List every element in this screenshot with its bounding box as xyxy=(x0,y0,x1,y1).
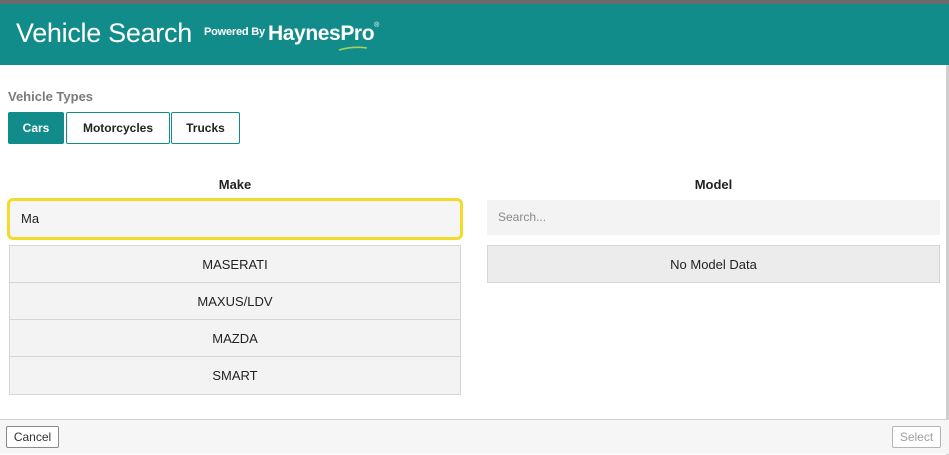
model-column-heading: Model xyxy=(694,177,733,192)
powered-by-label: Powered By xyxy=(204,26,265,38)
make-result-item[interactable]: MASERATI xyxy=(10,246,460,283)
vehicle-types-label: Vehicle Types xyxy=(8,89,94,104)
make-search-input[interactable]: Ma xyxy=(7,198,463,240)
vehicle-type-trucks-button[interactable]: Trucks xyxy=(171,112,240,144)
logo-registered-mark: ® xyxy=(374,22,379,29)
vehicle-type-motorcycles-button[interactable]: Motorcycles xyxy=(66,112,170,144)
logo-text-pro: Pro xyxy=(340,22,375,45)
make-result-item[interactable]: MAXUS/LDV xyxy=(10,283,460,320)
dialog-title: Vehicle Search xyxy=(16,18,192,48)
make-results-list: MASERATI MAXUS/LDV MAZDA SMART xyxy=(9,245,461,395)
make-result-item[interactable]: SMART xyxy=(10,357,460,394)
make-column-heading: Make xyxy=(218,177,252,192)
model-search-input[interactable]: Search... xyxy=(487,200,940,235)
haynespro-logo: HaynesPro® xyxy=(268,22,379,46)
select-button[interactable]: Select xyxy=(892,426,941,448)
dialog-footer: Cancel Select xyxy=(0,419,949,454)
make-result-item[interactable]: MAZDA xyxy=(10,320,460,357)
cancel-button[interactable]: Cancel xyxy=(6,426,59,448)
logo-text-haynes: Haynes xyxy=(268,22,341,45)
vehicle-type-cars-button[interactable]: Cars xyxy=(8,112,64,144)
model-empty-message: No Model Data xyxy=(487,245,940,283)
logo-swoosh-icon xyxy=(338,46,368,51)
dialog-header: Vehicle Search Powered By HaynesPro® xyxy=(0,4,949,65)
